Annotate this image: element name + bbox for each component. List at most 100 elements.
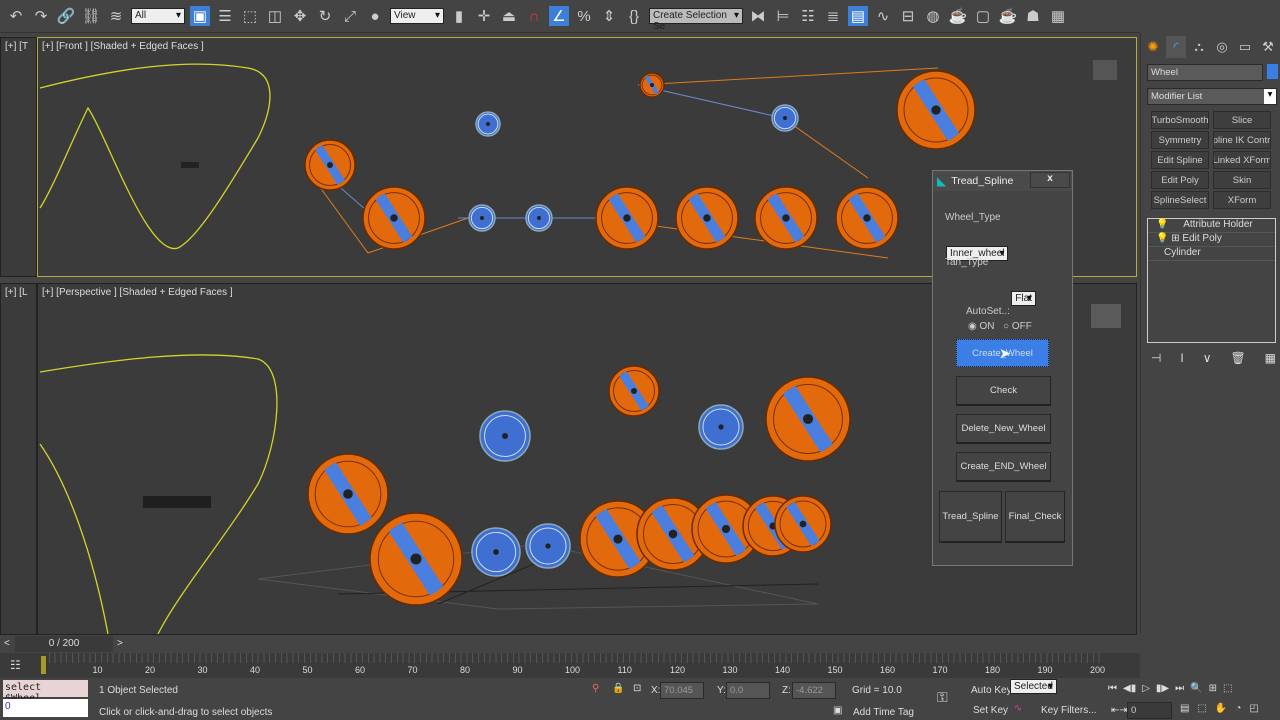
close-button[interactable]: x — [1030, 172, 1070, 188]
window-crossing-icon[interactable]: ◫ — [265, 6, 285, 26]
rect-selection-icon[interactable]: ⬚ — [240, 6, 260, 26]
modifier-button[interactable]: SplineSelect — [1151, 191, 1209, 209]
modify-tab-icon[interactable]: ◜ — [1166, 36, 1186, 58]
stack-item-cylinder[interactable]: Cylinder — [1148, 247, 1275, 261]
snap-icon[interactable]: ∩ — [524, 6, 544, 26]
z-coordinate-field[interactable]: -4.622 — [792, 682, 836, 699]
hierarchy-tab-icon[interactable]: ⛬ — [1189, 36, 1209, 58]
manipulate-icon[interactable]: ✛ — [474, 6, 494, 26]
modifier-button[interactable]: Spline IK Control — [1213, 131, 1271, 149]
key-mode-toggle-icon[interactable]: ⇤⇥ — [1111, 705, 1128, 716]
delete-new-wheel-button[interactable]: Delete_New_Wheel — [956, 414, 1051, 444]
wheel-object[interactable] — [754, 186, 818, 250]
time-slider-thumb[interactable]: 0 / 200 — [15, 636, 113, 652]
zoom-all-icon[interactable]: ⊞ — [1209, 683, 1217, 694]
scene-explorer-icon[interactable]: ≣ — [823, 6, 843, 26]
wheel-object[interactable] — [525, 204, 553, 232]
render-active-icon[interactable]: ☗ — [1023, 6, 1043, 26]
display-tab-icon[interactable]: ▭ — [1235, 36, 1255, 58]
prev-frame-button[interactable]: < — [4, 638, 10, 649]
current-frame-field[interactable]: 0 — [1127, 702, 1172, 719]
modifier-list-dropdown[interactable]: Modifier List ▾ — [1147, 88, 1277, 105]
auto-key-button[interactable]: Auto Key — [971, 685, 1012, 696]
time-slider[interactable]: < 0 / 200 > — [0, 635, 1140, 653]
absolute-mode-icon[interactable]: ⊡ — [633, 683, 641, 694]
maxscript-listener-input[interactable]: select $Wheel_ — [3, 680, 88, 704]
modifier-button[interactable]: XForm — [1213, 191, 1271, 209]
layer-icon[interactable]: ☷ — [798, 6, 818, 26]
isolate-icon[interactable]: ⚲ — [592, 683, 599, 694]
rotate-icon[interactable]: ↻ — [315, 6, 335, 26]
wheel-object[interactable] — [771, 104, 799, 132]
wheel-object[interactable] — [475, 111, 501, 137]
zoom-extents-icon[interactable]: ⬚ — [1223, 683, 1232, 694]
play-icon[interactable]: ▷ — [1142, 683, 1150, 694]
go-to-start-icon[interactable]: ⏮ — [1108, 683, 1117, 694]
schematic-icon[interactable]: ⊟ — [898, 6, 918, 26]
set-key-button[interactable]: Set Key — [973, 705, 1008, 716]
unlink-icon[interactable]: ⛓ — [81, 6, 101, 26]
wheel-object[interactable] — [307, 453, 389, 535]
render-frame-icon[interactable]: ▢ — [973, 6, 993, 26]
stack-item-attribute-holder[interactable]: 💡 Attribute Holder — [1148, 219, 1275, 233]
pivot-icon[interactable]: ● — [365, 6, 385, 26]
key-icon[interactable]: ⚿ — [937, 689, 948, 706]
zoom-icon[interactable]: 🔍 — [1190, 683, 1202, 694]
tan-type-dropdown[interactable]: Flat — [1011, 291, 1036, 306]
spinner-snap-icon[interactable]: ⇕ — [599, 6, 619, 26]
edit-named-sets-icon[interactable]: {} — [624, 6, 644, 26]
y-coordinate-field[interactable]: 0.0 — [726, 682, 770, 699]
wheel-object[interactable] — [675, 186, 739, 250]
modifier-button[interactable]: TurboSmooth — [1151, 111, 1209, 129]
modifier-stack[interactable]: 💡 Attribute Holder 💡 ⊞ Edit Poly Cylinde… — [1147, 218, 1276, 343]
reference-coordinate-dropdown[interactable]: View — [390, 8, 444, 24]
object-name-field[interactable]: Wheel — [1147, 64, 1263, 81]
modifier-button[interactable]: Linked XForm — [1213, 151, 1271, 169]
show-end-result-icon[interactable]: I — [1180, 351, 1183, 365]
previous-key-icon[interactable]: ◀▮ — [1123, 683, 1136, 694]
wheel-object[interactable] — [608, 365, 660, 417]
key-filters-button[interactable]: Key Filters... — [1041, 705, 1097, 716]
wheel-object[interactable] — [765, 376, 851, 462]
wheel-object[interactable] — [304, 139, 356, 191]
orbit-icon[interactable]: ◔ — [1235, 703, 1241, 714]
field-of-view-icon[interactable]: ⬚ — [1197, 703, 1206, 714]
key-mode-dropdown[interactable]: Selected — [1010, 679, 1057, 694]
time-config-icon[interactable]: ▤ — [1180, 703, 1189, 714]
select-by-name-icon[interactable]: ☰ — [215, 6, 235, 26]
pan-icon[interactable]: ✋ — [1215, 703, 1227, 714]
track-bar[interactable]: ☷ 10203040506070809010011012013014015016… — [0, 653, 1140, 678]
lightbulb-icon[interactable]: 💡 — [1156, 233, 1168, 244]
configure-modifier-sets-icon[interactable]: ▦ — [1265, 351, 1276, 365]
x-coordinate-field[interactable]: 70.045 — [660, 682, 704, 699]
wheel-object[interactable] — [468, 204, 496, 232]
motion-tab-icon[interactable]: ◎ — [1212, 36, 1232, 58]
render-setup-icon[interactable]: ☕ — [948, 6, 968, 26]
check-button[interactable]: Check — [956, 376, 1051, 406]
wheel-object[interactable] — [479, 410, 531, 462]
selection-filter-dropdown[interactable]: All — [131, 8, 185, 24]
autoset-on-radio[interactable]: ◉ ON — [968, 321, 995, 332]
modifier-button[interactable]: Slice — [1213, 111, 1271, 129]
maximize-viewport-icon[interactable]: ◰ — [1249, 703, 1258, 714]
go-to-end-icon[interactable]: ⏭ — [1175, 683, 1184, 694]
wheel-object[interactable] — [362, 186, 426, 250]
autoset-off-radio[interactable]: ○ OFF — [1003, 321, 1032, 332]
pin-stack-icon[interactable]: ⊣ — [1151, 351, 1161, 365]
material-editor-icon[interactable]: ◍ — [923, 6, 943, 26]
create-tab-icon[interactable]: ✺ — [1143, 36, 1163, 58]
wheel-object[interactable] — [471, 527, 521, 577]
default-tangent-icon[interactable]: ∿ — [1014, 703, 1022, 714]
expand-icon[interactable]: ⊞ — [1171, 233, 1179, 244]
maxscript-output[interactable]: 0 — [3, 699, 88, 717]
angle-snap-icon[interactable]: ∠ — [549, 6, 569, 26]
wheel-object[interactable] — [525, 523, 571, 569]
mirror-icon[interactable]: ⧓ — [748, 6, 768, 26]
link-icon[interactable]: 🔗 — [56, 6, 76, 26]
bind-space-warp-icon[interactable]: ≋ — [106, 6, 126, 26]
wheel-object[interactable] — [369, 512, 463, 606]
object-color-swatch[interactable] — [1267, 64, 1278, 79]
keyboard-shortcut-icon[interactable]: ⏏ — [499, 6, 519, 26]
lightbulb-icon[interactable]: 💡 — [1156, 219, 1168, 230]
percent-snap-icon[interactable]: % — [574, 6, 594, 26]
